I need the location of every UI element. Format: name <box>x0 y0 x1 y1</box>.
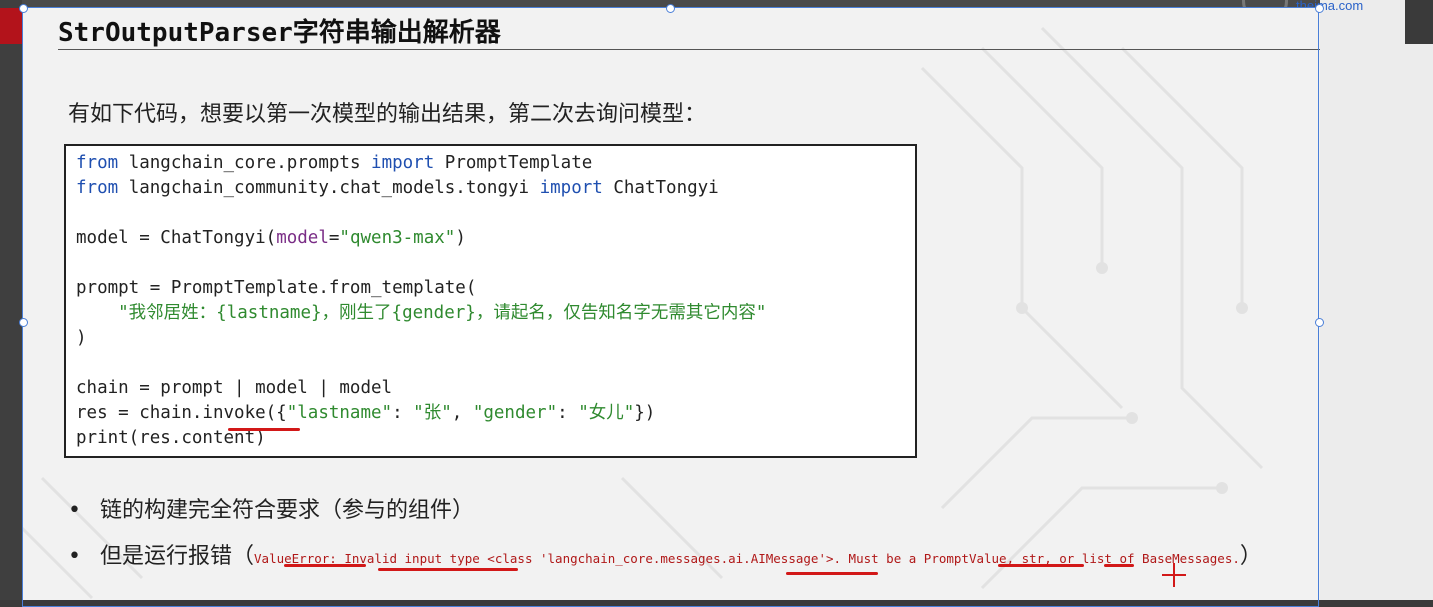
code-line-1: from langchain_core.prompts import Promp… <box>76 151 592 176</box>
bullet-item-1: • 链的构建完全符合要求（参与的组件） <box>68 492 474 524</box>
valueerror-underline-annotation <box>284 564 366 567</box>
code-text: = <box>328 228 340 248</box>
bullet-dot: • <box>68 498 81 523</box>
slide-canvas[interactable]: StrOutputParser字符串输出解析器 有如下代码，想要以第一次模型的输… <box>22 8 1320 600</box>
window-corner <box>1405 0 1433 44</box>
title-divider <box>58 49 1320 50</box>
slide-title: StrOutputParser字符串输出解析器 <box>58 18 501 48</box>
bullet-text: ） <box>1239 544 1262 569</box>
promptvalue-underline-annotation <box>998 564 1084 567</box>
string-literal: "女儿" <box>578 403 635 423</box>
code-text: res = chain.invoke({ <box>76 403 287 423</box>
crosshair-cursor-icon <box>1162 563 1186 587</box>
string-literal: "gender" <box>472 403 558 423</box>
keyword: from <box>76 178 119 198</box>
string-literal: "qwen3-max" <box>339 228 456 248</box>
bullet-text: 链的构建完全符合要求（参与的组件） <box>100 498 475 523</box>
aimessage-underline-annotation <box>786 572 878 575</box>
code-line-4: model = ChatTongyi(model="qwen3-max") <box>76 226 466 251</box>
code-text: : <box>557 403 579 423</box>
code-text: , <box>451 403 473 423</box>
code-line-11: res = chain.invoke({"lastname": "张", "ge… <box>76 401 655 426</box>
bullet-text: 但是运行报错（ <box>100 544 255 569</box>
code-line-8: ) <box>76 328 87 348</box>
str-underline-annotation <box>1104 564 1134 567</box>
resize-handle-top-left[interactable] <box>19 4 28 13</box>
string-literal: "lastname" <box>286 403 393 423</box>
code-text: PromptTemplate <box>434 153 593 173</box>
code-line-10: chain = prompt | model | model <box>76 378 393 398</box>
resize-handle-top-right[interactable] <box>1315 4 1324 13</box>
code-line-7: "我邻居姓：{lastname}，刚生了{gender}，请起名，仅告知名字无需… <box>76 303 767 323</box>
string-literal: "张" <box>413 403 452 423</box>
code-text: }) <box>634 403 656 423</box>
code-line-6: prompt = PromptTemplate.from_template( <box>76 278 477 298</box>
resize-handle-top-center[interactable] <box>666 4 675 13</box>
right-panel <box>1320 0 1433 600</box>
keyword: import <box>371 153 435 173</box>
error-message: ValueError: Invalid input type <class 'l… <box>254 551 1240 566</box>
bullet-dot: • <box>68 544 81 569</box>
code-text: model = ChatTongyi( <box>76 228 277 248</box>
invalid-input-underline-annotation <box>378 568 518 571</box>
intro-text: 有如下代码，想要以第一次模型的输出结果，第二次去询问模型： <box>68 102 707 127</box>
argument-name: model <box>276 228 329 248</box>
keyword: from <box>76 153 119 173</box>
code-text: langchain_community.chat_models.tongyi <box>118 178 540 198</box>
keyword: import <box>539 178 603 198</box>
code-text: langchain_core.prompts <box>118 153 372 173</box>
code-text: ChatTongyi <box>602 178 719 198</box>
top-bar <box>0 0 1433 8</box>
code-block: from langchain_core.prompts import Promp… <box>64 144 917 458</box>
resize-handle-middle-right[interactable] <box>1315 318 1324 327</box>
code-line-2: from langchain_community.chat_models.ton… <box>76 176 719 201</box>
invoke-underline-annotation <box>228 428 300 431</box>
code-text: ) <box>455 228 466 248</box>
left-panel <box>0 0 22 600</box>
resize-handle-middle-left[interactable] <box>19 318 28 327</box>
code-text: : <box>392 403 414 423</box>
